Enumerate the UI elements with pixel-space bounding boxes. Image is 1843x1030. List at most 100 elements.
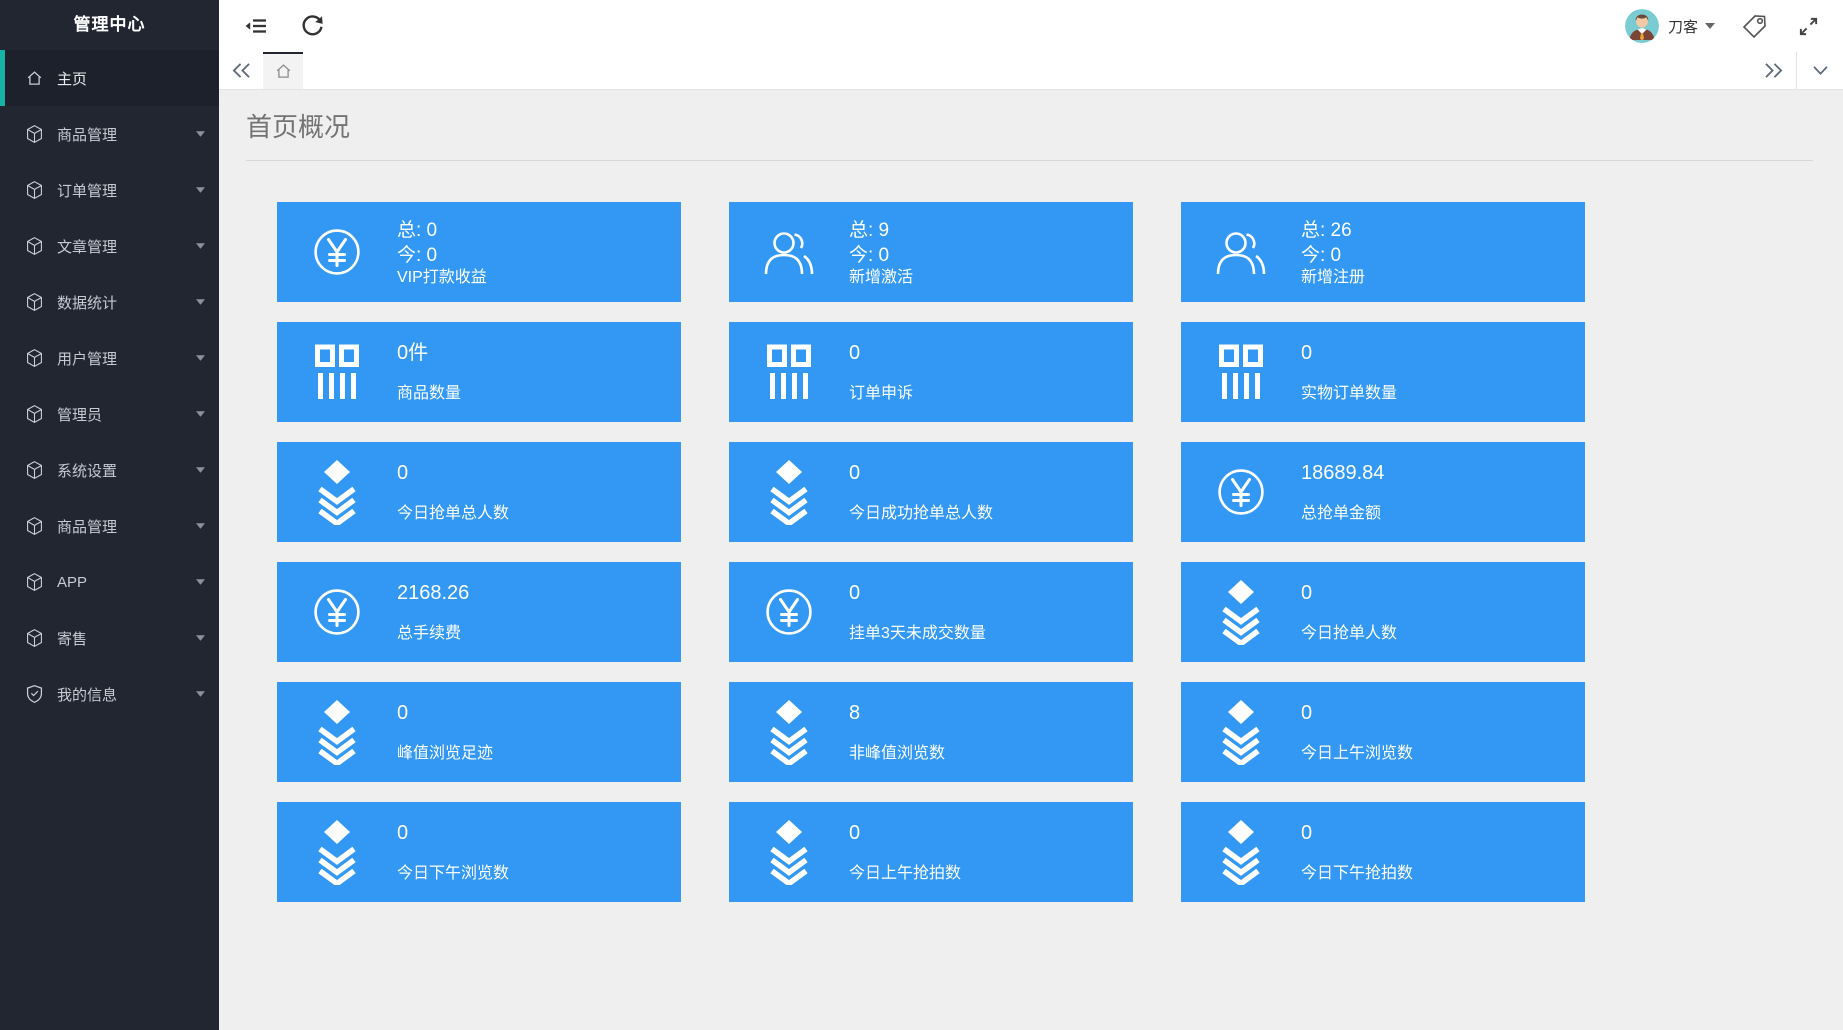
yen-circle-icon [729,588,849,636]
stat-card-values: 0件 [397,342,681,364]
caret-down-icon [1705,23,1715,29]
stat-card-values: 2168.26 [397,582,681,604]
stat-card: 8 非峰值浏览数 [729,682,1133,782]
stat-card-text: 总: 0今: 0 VIP打款收益 [397,218,681,287]
tabbar [219,52,1843,90]
sidebar-item-我的信息[interactable]: 我的信息 [0,666,219,722]
cube-icon [24,517,44,535]
refresh-icon[interactable] [301,15,324,38]
double-chevron-right-icon[interactable] [1750,52,1796,89]
stat-card-values: 0 [1301,582,1585,604]
home-icon [275,63,292,80]
sidebar-item-主页[interactable]: 主页 [0,50,219,106]
app-title: 管理中心 [0,0,219,50]
stat-card-value: 2168.26 [397,582,681,604]
cube-icon [24,349,44,367]
stat-card-label: 总抢单金额 [1301,505,1585,523]
stat-card-label: 新增注册 [1301,269,1585,287]
stat-card-label: 新增激活 [849,269,1133,287]
sidebar-item-系统设置[interactable]: 系统设置 [0,442,219,498]
menu-collapse-icon[interactable] [244,14,268,38]
topbar-right: 刀客 [1625,9,1843,43]
stat-card: 总: 0今: 0 VIP打款收益 [277,202,681,302]
stat-card-values: 0 [397,702,681,724]
layers-icon [729,699,849,765]
stat-card-text: 总: 26今: 0 新增注册 [1301,218,1585,287]
cube-icon [24,181,44,199]
sidebar-item-数据统计[interactable]: 数据统计 [0,274,219,330]
stat-card: 0 今日上午抢拍数 [729,802,1133,902]
stat-card: 0件 商品数量 [277,322,681,422]
tag-icon[interactable] [1741,13,1768,40]
stat-card-text: 0 挂单3天未成交数量 [849,582,1133,643]
caret-down-icon [196,355,205,361]
tab-home[interactable] [263,52,303,89]
sidebar-item-label: 主页 [57,68,219,89]
caret-down-icon [196,243,205,249]
stat-card: 0 峰值浏览足迹 [277,682,681,782]
stat-card-label: 非峰值浏览数 [849,745,1133,763]
caret-down-icon [196,635,205,641]
cube-icon [24,405,44,423]
cube-icon [24,237,44,255]
cube-icon [24,125,44,143]
stat-card-label: 订单申诉 [849,385,1133,403]
stat-card-values: 总: 9今: 0 [849,218,1133,268]
caret-down-icon [196,579,205,585]
stat-card-value-line: 今: 0 [397,243,681,268]
stat-card-values: 总: 26今: 0 [1301,218,1585,268]
stat-card-text: 0 今日成功抢单总人数 [849,462,1133,523]
stat-card-label: 今日抢单总人数 [397,505,681,523]
stat-card-values: 0 [849,342,1133,364]
caret-down-icon [196,131,205,137]
sidebar-item-寄售[interactable]: 寄售 [0,610,219,666]
stat-card: 0 挂单3天未成交数量 [729,562,1133,662]
stat-card-values: 0 [849,822,1133,844]
stat-card-value-line: 今: 0 [1301,243,1585,268]
stat-card-label: VIP打款收益 [397,269,681,287]
fullscreen-icon[interactable] [1798,16,1819,37]
sidebar-item-文章管理[interactable]: 文章管理 [0,218,219,274]
stat-cards-grid: 总: 0今: 0 VIP打款收益 总: 9今: 0 新增激活 总: 26今: 0… [277,202,1585,902]
stat-card-value: 0 [1301,822,1585,844]
stat-card-values: 0 [849,582,1133,604]
cube-icon [24,629,44,647]
stat-card: 0 今日上午浏览数 [1181,682,1585,782]
sidebar-item-管理员[interactable]: 管理员 [0,386,219,442]
stat-card-value: 8 [849,702,1133,724]
chevron-down-icon[interactable] [1796,52,1843,89]
stat-card-text: 0 今日下午浏览数 [397,822,681,883]
stat-card-value-line: 总: 26 [1301,218,1585,243]
sidebar-item-商品管理[interactable]: 商品管理 [0,498,219,554]
stat-card-text: 0 今日抢单总人数 [397,462,681,523]
stat-card-values: 0 [1301,822,1585,844]
sidebar-item-订单管理[interactable]: 订单管理 [0,162,219,218]
sidebar-item-用户管理[interactable]: 用户管理 [0,330,219,386]
stat-card-values: 0 [397,822,681,844]
stat-card-text: 0 订单申诉 [849,342,1133,403]
sidebar-item-商品管理[interactable]: 商品管理 [0,106,219,162]
user-name: 刀客 [1668,16,1698,37]
sidebar-item-APP[interactable]: APP [0,554,219,610]
stat-card-label: 今日下午抢拍数 [1301,865,1585,883]
user-menu[interactable]: 刀客 [1625,9,1715,43]
stat-card-value-line: 总: 0 [397,218,681,243]
shield-check-icon [24,685,44,703]
double-chevron-left-icon[interactable] [219,52,263,89]
stat-card-value: 18689.84 [1301,462,1585,484]
stat-card-text: 总: 9今: 0 新增激活 [849,218,1133,287]
stat-card: 0 实物订单数量 [1181,322,1585,422]
stat-card-label: 今日成功抢单总人数 [849,505,1133,523]
stat-card: 0 今日下午浏览数 [277,802,681,902]
stat-card-value: 0 [397,702,681,724]
stat-card: 0 订单申诉 [729,322,1133,422]
stat-card: 总: 26今: 0 新增注册 [1181,202,1585,302]
cube-icon [24,573,44,591]
stat-card: 0 今日抢单总人数 [277,442,681,542]
layers-icon [1181,699,1301,765]
layers-icon [1181,819,1301,885]
stat-card-text: 0 今日下午抢拍数 [1301,822,1585,883]
stat-card-text: 0 今日上午抢拍数 [849,822,1133,883]
layers-icon [729,819,849,885]
sidebar-item-label: 系统设置 [57,460,219,481]
